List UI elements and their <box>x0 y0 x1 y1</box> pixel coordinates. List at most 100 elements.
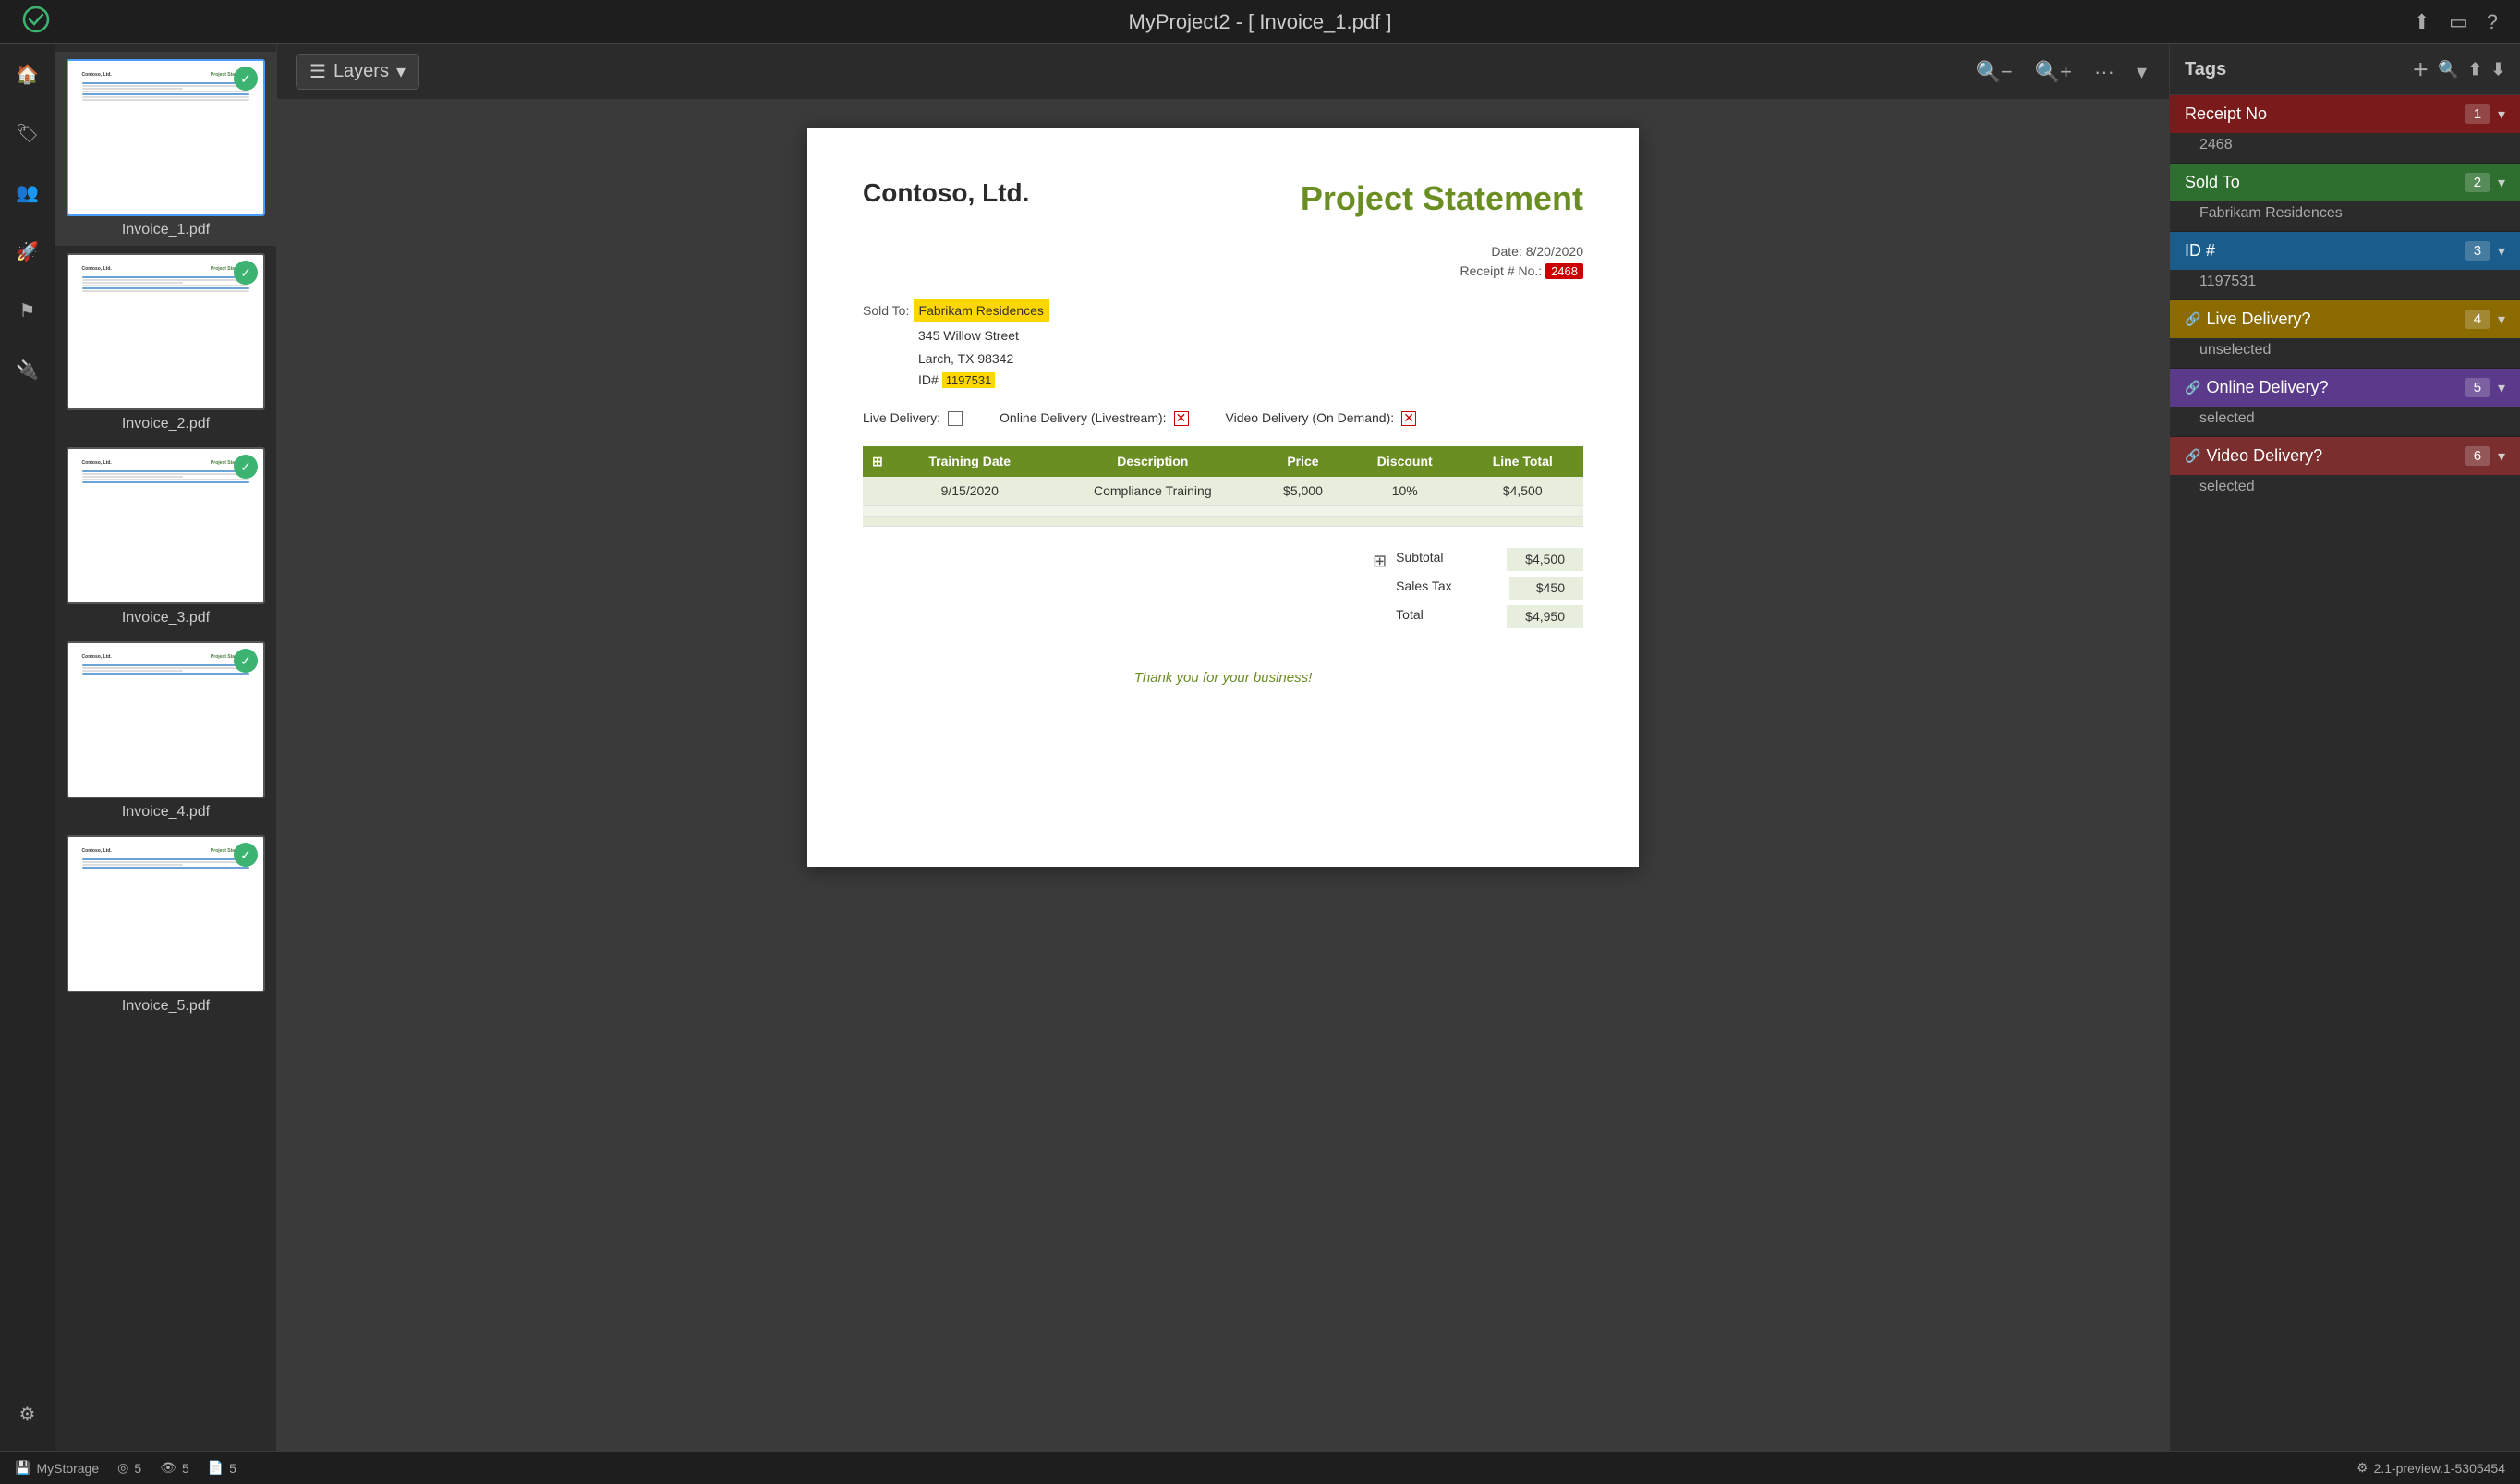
table-cell-date: 9/15/2020 <box>892 477 1048 506</box>
thumbnail-item-4[interactable]: Contoso, Ltd. Project Statement ✓ Invoic… <box>55 634 276 828</box>
status-shapes: ◎ 5 <box>117 1460 141 1476</box>
thumbnail-label-4: Invoice_4.pdf <box>67 804 265 821</box>
tag-video-delivery-badge: 6 <box>2465 446 2490 466</box>
share-icon[interactable]: ⬆ <box>2414 10 2430 34</box>
sidebar-item-home[interactable]: 🏠 <box>9 55 46 92</box>
tags-title: Tags <box>2185 59 2226 80</box>
status-storage: 💾 MyStorage <box>15 1460 99 1476</box>
invoice-header: Contoso, Ltd. Project Statement <box>863 174 1583 224</box>
top-bar-actions: ⬆ ▭ ? <box>2414 10 2498 34</box>
tags-download-icon[interactable]: ⬇ <box>2491 60 2505 79</box>
tag-live-delivery-header[interactable]: 🔗 Live Delivery? 4 ▾ <box>2170 300 2520 338</box>
subtotal-label: Subtotal <box>1396 548 1488 571</box>
thumbnail-badge-3: ✓ <box>234 455 258 479</box>
table-cell-total: $4,500 <box>1461 477 1583 506</box>
thumbnail-item-5[interactable]: Contoso, Ltd. Project Statement ✓ Invoic… <box>55 828 276 1022</box>
status-pages: 📄 5 <box>208 1460 236 1476</box>
live-delivery-item: Live Delivery: <box>863 408 963 428</box>
thumbnail-preview-2: Contoso, Ltd. Project Statement ✓ <box>67 253 265 410</box>
tags-upload-icon[interactable]: ⬆ <box>2468 60 2482 79</box>
sidebar-item-rocket[interactable]: 🚀 <box>9 233 46 270</box>
tags-search-icon[interactable]: 🔍 <box>2438 60 2458 79</box>
tag-live-delivery-badge: 4 <box>2465 310 2490 329</box>
table-cell-description <box>1048 517 1258 527</box>
total-label: Total <box>1396 605 1488 628</box>
thank-you-text: Thank you for your business! <box>863 668 1583 689</box>
shapes-count: 5 <box>134 1461 141 1476</box>
status-bar: 💾 MyStorage ◎ 5 👁 5 📄 5 ⚙ 2.1-preview.1-… <box>0 1451 2520 1484</box>
delivery-section: Live Delivery: Online Delivery (Livestre… <box>863 408 1583 428</box>
tags-add-icon[interactable]: ＋ <box>2412 57 2429 81</box>
thumbnail-label-3: Invoice_3.pdf <box>67 610 265 626</box>
invoice-receipt: Receipt # No.: 2468 <box>863 262 1583 281</box>
table-cell-total <box>1461 506 1583 517</box>
sidebar-item-team[interactable]: 👥 <box>9 174 46 211</box>
invoice-table: ⊞ Training Date Description Price Discou… <box>863 446 1583 527</box>
main-layout: 🏠 🏷 👥 🚀 ⚑ 🔌 ⚙ Contoso, Ltd. Project Stat… <box>0 44 2520 1451</box>
table-cell-icon <box>863 517 892 527</box>
tag-receipt-no-badge: 1 <box>2465 104 2490 124</box>
sold-to-address-line1: 345 Willow Street <box>863 326 1583 346</box>
tag-online-delivery-value: selected <box>2170 407 2520 436</box>
tag-video-delivery-link-icon: 🔗 <box>2185 448 2200 464</box>
panels-icon[interactable]: ▭ <box>2449 10 2468 34</box>
table-cell-discount <box>1348 517 1461 527</box>
table-row <box>863 506 1583 517</box>
online-delivery-checkbox: ✕ <box>1174 411 1189 426</box>
video-delivery-checkbox: ✕ <box>1401 411 1416 426</box>
table-header-description: Description <box>1048 446 1258 477</box>
app-logo <box>22 6 50 38</box>
more-options-button[interactable]: ··· <box>2090 56 2118 88</box>
layers-button[interactable]: ☰ Layers ▾ <box>296 54 419 90</box>
zoom-in-button[interactable]: 🔍+ <box>2031 56 2076 88</box>
sidebar-item-plugin[interactable]: 🔌 <box>9 351 46 388</box>
tag-video-delivery-header[interactable]: 🔗 Video Delivery? 6 ▾ <box>2170 437 2520 475</box>
invoice-document: Contoso, Ltd. Project Statement Date: 8/… <box>807 128 1639 867</box>
tag-online-delivery-link-icon: 🔗 <box>2185 380 2200 395</box>
thumbnail-preview-4: Contoso, Ltd. Project Statement ✓ <box>67 641 265 798</box>
toolbar-right: 🔍− 🔍+ ··· ▾ <box>1971 56 2150 88</box>
sidebar-item-settings[interactable]: ⚙ <box>9 1395 46 1432</box>
table-cell-discount: 10% <box>1348 477 1461 506</box>
thumbnail-preview-1: Contoso, Ltd. Project Statement ✓ <box>67 59 265 216</box>
table-row: 9/15/2020 Compliance Training $5,000 10%… <box>863 477 1583 506</box>
tag-online-delivery-badge: 5 <box>2465 378 2490 397</box>
document-toolbar: ☰ Layers ▾ 🔍− 🔍+ ··· ▾ <box>277 44 2169 100</box>
tag-id-header[interactable]: ID # 3 ▾ <box>2170 232 2520 270</box>
live-delivery-label: Live Delivery: <box>863 408 940 428</box>
sidebar-item-bookmarks[interactable]: 🏷 <box>9 115 46 152</box>
zoom-out-button[interactable]: 🔍− <box>1971 56 2016 88</box>
thumbnail-badge-1: ✓ <box>234 67 258 91</box>
tag-id-badge: 3 <box>2465 241 2490 261</box>
table-cell-price: $5,000 <box>1258 477 1348 506</box>
summary-table: Subtotal $4,500 Sales Tax $450 Total $4,… <box>1396 545 1583 631</box>
eyes-count: 5 <box>182 1461 189 1476</box>
help-icon[interactable]: ? <box>2487 10 2498 34</box>
toolbar-chevron-icon[interactable]: ▾ <box>2133 56 2150 88</box>
thumbnail-preview-3: Contoso, Ltd. Project Statement ✓ <box>67 447 265 604</box>
video-delivery-item: Video Delivery (On Demand): ✕ <box>1226 408 1417 428</box>
thumbnail-preview-5: Contoso, Ltd. Project Statement ✓ <box>67 835 265 992</box>
layers-label: Layers <box>333 61 389 82</box>
tag-sold-to-header[interactable]: Sold To 2 ▾ <box>2170 164 2520 201</box>
tag-sold-to-badge: 2 <box>2465 173 2490 192</box>
layers-chevron-icon: ▾ <box>396 60 406 83</box>
document-viewer: Contoso, Ltd. Project Statement Date: 8/… <box>277 100 2169 1451</box>
tag-item-sold-to: Sold To 2 ▾ Fabrikam Residences <box>2170 164 2520 232</box>
thumbnail-item-1[interactable]: Contoso, Ltd. Project Statement ✓ <box>55 52 276 246</box>
sold-to-label: Sold To: <box>863 303 909 318</box>
thumbnail-item-3[interactable]: Contoso, Ltd. Project Statement ✓ Invoic… <box>55 440 276 634</box>
thumbnails-panel: Contoso, Ltd. Project Statement ✓ <box>55 44 277 1451</box>
tag-live-delivery-chevron: ▾ <box>2498 310 2505 329</box>
table-cell-date <box>892 517 1048 527</box>
online-delivery-label: Online Delivery (Livestream): <box>1000 408 1167 428</box>
tag-live-delivery-value: unselected <box>2170 338 2520 368</box>
tag-receipt-no-header[interactable]: Receipt No 1 ▾ <box>2170 95 2520 133</box>
table-icon-col: ⊞ <box>863 446 892 477</box>
video-delivery-label: Video Delivery (On Demand): <box>1226 408 1395 428</box>
sidebar-item-flag[interactable]: ⚑ <box>9 292 46 329</box>
table-cell-discount <box>1348 506 1461 517</box>
thumbnail-item-2[interactable]: Contoso, Ltd. Project Statement ✓ Invoic… <box>55 246 276 440</box>
online-delivery-item: Online Delivery (Livestream): ✕ <box>1000 408 1189 428</box>
tag-online-delivery-header[interactable]: 🔗 Online Delivery? 5 ▾ <box>2170 369 2520 407</box>
